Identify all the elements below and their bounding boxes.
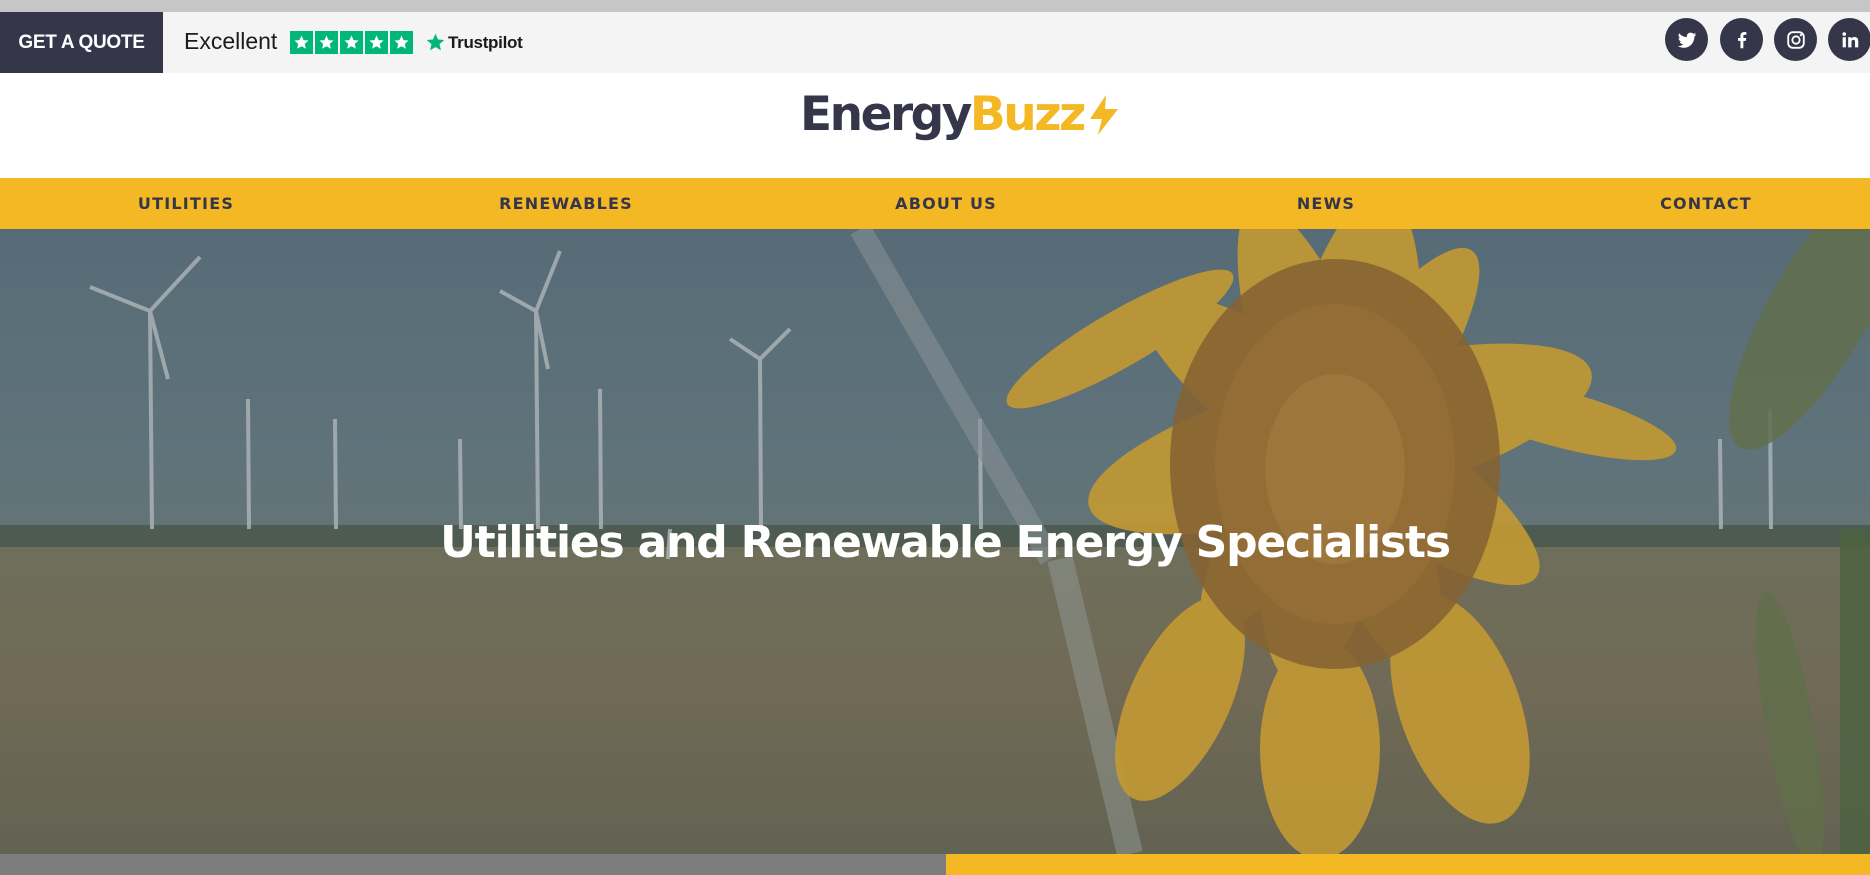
instagram-icon[interactable] <box>1774 18 1817 61</box>
get-a-quote-button[interactable]: GET A QUOTE <box>0 12 163 73</box>
trustpilot-logo[interactable]: Trustpilot <box>425 32 523 53</box>
nav-item-contact[interactable]: CONTACT <box>1606 178 1806 229</box>
star-icon <box>290 31 313 54</box>
nav-item-news[interactable]: NEWS <box>1226 178 1426 229</box>
logo-text-buzz: Buzz <box>969 87 1087 142</box>
star-icon <box>340 31 363 54</box>
star-icon <box>315 31 338 54</box>
twitter-icon[interactable] <box>1665 18 1708 61</box>
logo-area: Energy Buzz <box>0 73 1870 178</box>
site-logo[interactable]: Energy Buzz <box>800 91 1122 138</box>
nav-item-about-us[interactable]: ABOUT US <box>846 178 1046 229</box>
rating-text: Excellent <box>184 28 278 54</box>
trustpilot-star-icon <box>426 33 445 51</box>
facebook-icon[interactable] <box>1720 18 1763 61</box>
hero-title: Utilities and Renewable Energy Specialis… <box>440 517 1451 568</box>
top-strip <box>0 0 1870 12</box>
trustpilot-stars <box>290 31 413 54</box>
lightning-bolt-icon <box>1089 94 1118 135</box>
star-icon <box>390 31 413 54</box>
top-bar: GET A QUOTE Excellent Trustpilot <box>0 12 1870 73</box>
bottom-panel-left <box>0 854 946 875</box>
trustpilot-label: Trustpilot <box>448 32 523 52</box>
logo-text-energy: Energy <box>800 87 972 142</box>
hero-banner: Utilities and Renewable Energy Specialis… <box>0 229 1870 854</box>
star-icon <box>365 31 388 54</box>
nav-item-utilities[interactable]: UTILITIES <box>86 178 286 229</box>
linkedin-icon[interactable] <box>1828 18 1870 61</box>
bottom-panel-right <box>946 854 1870 875</box>
main-nav: UTILITIES RENEWABLES ABOUT US NEWS CONTA… <box>0 178 1870 229</box>
nav-item-renewables[interactable]: RENEWABLES <box>466 178 666 229</box>
